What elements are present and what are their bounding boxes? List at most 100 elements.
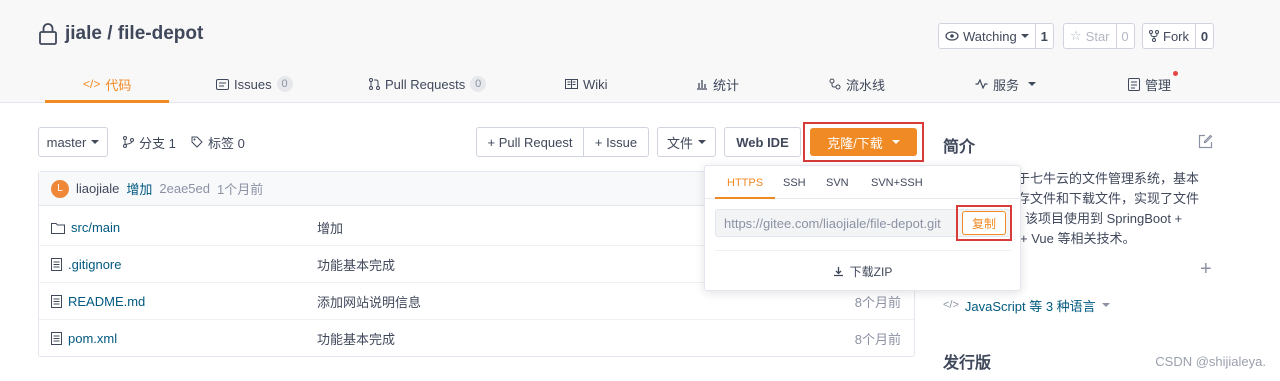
file-name-link[interactable]: pom.xml [51, 320, 117, 357]
tab-manage-label: 管理 [1145, 77, 1172, 93]
protocol-tab-ssh[interactable]: SSH [783, 177, 806, 189]
edit-icon[interactable] [1198, 134, 1213, 149]
tab-pipeline[interactable]: 流水线 [829, 65, 885, 103]
file-commit-message[interactable]: 功能基本完成 [317, 320, 395, 357]
chevron-down-icon [1028, 82, 1037, 86]
protocol-tab-svn[interactable]: SVN [826, 177, 849, 189]
tab-code[interactable]: </> 代码 [44, 65, 171, 103]
code-icon: </> [83, 77, 101, 91]
protocol-tab-svn-ssh[interactable]: SVN+SSH [871, 177, 923, 189]
tab-pipeline-label: 流水线 [846, 77, 886, 93]
star-label: Star [1085, 28, 1110, 44]
tag-icon [191, 136, 203, 148]
commit-sha[interactable]: 2eae5ed [159, 181, 210, 196]
fork-count[interactable]: 0 [1195, 24, 1213, 48]
tab-issues[interactable]: Issues 0 [216, 65, 293, 103]
commit-time: 1个月前 [217, 182, 264, 197]
tab-issues-label: Issues [234, 76, 272, 92]
languages-dropdown[interactable]: </> JavaScript 等 3 种语言 [943, 295, 1110, 315]
avatar[interactable]: L [51, 179, 69, 198]
clone-download-button[interactable]: 克隆/下载 [810, 128, 917, 156]
file-name-link[interactable]: README.md [51, 283, 145, 320]
eye-icon [945, 31, 959, 41]
tab-pull-requests-label: Pull Requests [385, 76, 466, 92]
file-name-link[interactable]: src/main [51, 209, 120, 246]
tab-manage[interactable]: 管理 [1128, 65, 1179, 103]
new-issue-button[interactable]: + Issue [583, 127, 649, 157]
download-icon [833, 267, 843, 277]
tab-pull-requests[interactable]: Pull Requests 0 [369, 65, 487, 103]
download-zip-link[interactable]: 下载ZIP [705, 263, 1020, 280]
watch-label: Watching [963, 28, 1017, 44]
divider [715, 250, 1011, 251]
wiki-icon [565, 79, 578, 89]
file-menu-button[interactable]: 文件 [657, 127, 716, 157]
file-icon [51, 332, 62, 345]
tab-stats-label: 统计 [713, 77, 740, 93]
tab-service-label: 服务 [993, 77, 1020, 93]
folder-icon [51, 222, 65, 234]
service-icon [975, 79, 988, 89]
notification-dot [1173, 71, 1179, 76]
protocol-tabs: HTTPS SSH SVN SVN+SSH [705, 166, 1020, 199]
tag-count-link[interactable]: 标签 0 [191, 127, 245, 157]
star-count[interactable]: 0 [1115, 24, 1134, 48]
commit-message[interactable]: 增加 [126, 179, 152, 198]
branch-select-label: master [46, 134, 87, 150]
tab-service[interactable]: 服务 [975, 65, 1037, 103]
file-commit-message[interactable]: 增加 [317, 209, 343, 246]
repo-header: jiale / file-depot Watching 1 ☆ Star 0 F… [0, 0, 1280, 103]
releases-title: 发行版 [943, 355, 992, 372]
watch-button[interactable]: Watching 1 [938, 23, 1054, 49]
add-icon[interactable]: + [1200, 259, 1212, 279]
table-row[interactable]: pom.xml 功能基本完成 8个月前 [39, 320, 914, 357]
chevron-down-icon [91, 140, 100, 144]
branch-icon [123, 136, 134, 148]
pipeline-icon [829, 78, 841, 90]
repo-name[interactable]: jiale / file-depot [65, 23, 203, 45]
web-ide-button[interactable]: Web IDE [724, 127, 801, 157]
pull-request-icon [369, 78, 380, 90]
tag-count-label: 标签 0 [208, 135, 245, 151]
manage-icon [1128, 77, 1140, 91]
branch-select[interactable]: master [38, 127, 108, 157]
file-name: main [91, 220, 121, 235]
stats-icon [697, 80, 707, 90]
copy-button[interactable]: 复制 [962, 211, 1006, 235]
chevron-down-icon [1020, 34, 1029, 38]
fork-button[interactable]: Fork 0 [1142, 23, 1214, 49]
file-name: README.md [68, 294, 146, 309]
intro-title: 简介 [943, 139, 976, 156]
copy-highlight-box: 复制 [956, 205, 1012, 241]
issues-icon [216, 78, 229, 90]
clone-url-input[interactable] [716, 210, 956, 236]
file-time: 8个月前 [854, 332, 901, 347]
new-pull-request-button[interactable]: + Pull Request [476, 127, 584, 157]
file-menu-label: 文件 [666, 135, 693, 151]
commit-author[interactable]: liaojiale [76, 181, 119, 196]
code-icon: </> [943, 299, 959, 311]
languages-label: JavaScript 等 3 种语言 [964, 298, 1096, 314]
file-commit-message[interactable]: 功能基本完成 [317, 246, 395, 283]
file-icon [51, 295, 62, 308]
star-button[interactable]: ☆ Star 0 [1063, 23, 1135, 49]
chevron-down-icon [698, 140, 706, 144]
repo-title: jiale / file-depot [38, 22, 203, 46]
issues-count-badge: 0 [276, 76, 293, 92]
lock-icon [39, 23, 57, 45]
tab-stats[interactable]: 统计 [696, 65, 739, 103]
branch-count-link[interactable]: 分支 1 [123, 127, 176, 157]
tab-code-label: 代码 [105, 77, 132, 93]
file-commit-message[interactable]: 添加网站说明信息 [317, 283, 421, 320]
branch-count-label: 分支 1 [139, 135, 176, 151]
fork-icon [1149, 30, 1159, 42]
watch-count[interactable]: 1 [1034, 24, 1053, 48]
tab-wiki[interactable]: Wiki [565, 65, 608, 103]
clone-highlight-box: 克隆/下载 [803, 122, 924, 162]
star-icon: ☆ [1070, 28, 1082, 43]
file-name-link[interactable]: .gitignore [51, 246, 121, 283]
download-zip-label: 下载ZIP [849, 265, 893, 279]
pull-requests-count-badge: 0 [470, 76, 487, 92]
folder-path-prefix: src/ [71, 220, 92, 235]
protocol-tab-https[interactable]: HTTPS [714, 177, 776, 199]
